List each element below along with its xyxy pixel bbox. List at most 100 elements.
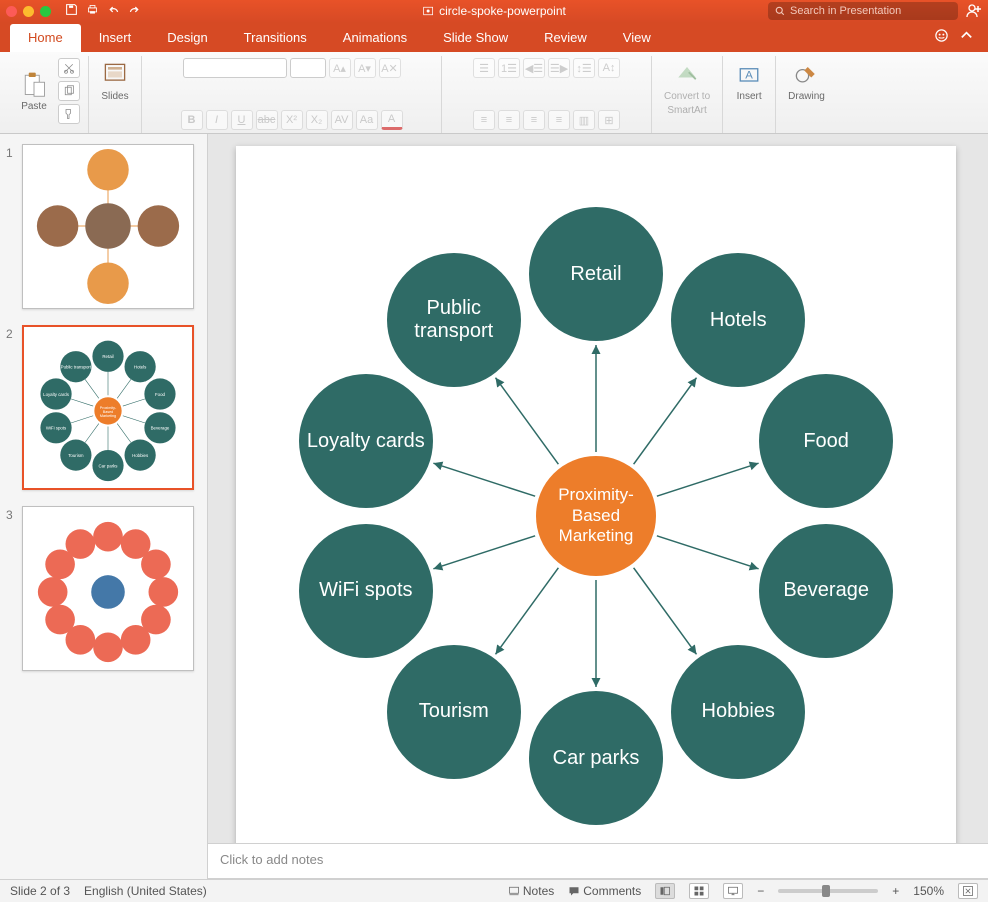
- tab-transitions[interactable]: Transitions: [226, 24, 325, 52]
- paste-button[interactable]: Paste: [16, 68, 52, 114]
- svg-text:Hotels: Hotels: [134, 365, 147, 370]
- align-left-button[interactable]: ≡: [473, 110, 495, 130]
- tab-design[interactable]: Design: [149, 24, 225, 52]
- redo-icon[interactable]: [128, 3, 141, 19]
- font-group: A▴ A▾ A✕ B I U abc X² X₂ AV Aa A: [142, 56, 442, 133]
- share-icon[interactable]: [966, 2, 982, 21]
- increase-indent-button[interactable]: ☰▶: [548, 58, 570, 78]
- drawing-button[interactable]: Drawing: [784, 58, 829, 104]
- diagram-spoke-1[interactable]: Hotels: [671, 253, 805, 387]
- collapse-ribbon-icon[interactable]: [959, 28, 974, 46]
- text-direction-button[interactable]: A↕: [598, 58, 620, 78]
- diagram-hub[interactable]: Proximity- Based Marketing: [536, 456, 656, 576]
- diagram-spoke-2[interactable]: Food: [759, 374, 893, 508]
- zoom-out-button[interactable]: −: [757, 884, 764, 898]
- svg-text:Tourism: Tourism: [68, 453, 84, 458]
- tab-slideshow[interactable]: Slide Show: [425, 24, 526, 52]
- paragraph-group: ☰ 1☰ ◀☰ ☰▶ ↕☰ A↕ ≡ ≡ ≡ ≡ ▥ ⊞: [442, 56, 652, 133]
- align-text-button[interactable]: ⊞: [598, 110, 620, 130]
- superscript-button[interactable]: X²: [281, 110, 303, 130]
- character-spacing-button[interactable]: AV: [331, 110, 353, 130]
- diagram-spoke-9[interactable]: Public transport: [387, 253, 521, 387]
- minimize-window-button[interactable]: [23, 6, 34, 17]
- convert-smartart-button[interactable]: Convert to SmartArt: [660, 58, 714, 118]
- svg-text:WiFi spots: WiFi spots: [46, 426, 67, 431]
- decrease-font-icon[interactable]: A▾: [354, 58, 376, 78]
- fit-to-window-button[interactable]: [958, 883, 978, 899]
- window-controls: [6, 6, 51, 17]
- line-spacing-button[interactable]: ↕☰: [573, 58, 595, 78]
- align-center-button[interactable]: ≡: [498, 110, 520, 130]
- close-window-button[interactable]: [6, 6, 17, 17]
- diagram-spoke-7[interactable]: WiFi spots: [299, 524, 433, 658]
- columns-button[interactable]: ▥: [573, 110, 595, 130]
- language-indicator[interactable]: English (United States): [84, 884, 207, 898]
- increase-font-icon[interactable]: A▴: [329, 58, 351, 78]
- zoom-slider[interactable]: [778, 889, 878, 893]
- feedback-icon[interactable]: [934, 28, 949, 46]
- slide-canvas-area[interactable]: Proximity- Based Marketing RetailHotelsF…: [208, 134, 988, 843]
- font-size-select[interactable]: [290, 58, 326, 78]
- cut-icon[interactable]: [58, 58, 80, 78]
- tab-review[interactable]: Review: [526, 24, 605, 52]
- bold-button[interactable]: B: [181, 110, 203, 130]
- normal-view-button[interactable]: [655, 883, 675, 899]
- bullets-button[interactable]: ☰: [473, 58, 495, 78]
- smartart-group: Convert to SmartArt: [652, 56, 723, 133]
- font-color-button[interactable]: A: [381, 110, 403, 130]
- search-input[interactable]: Search in Presentation: [768, 2, 958, 20]
- diagram-spoke-6[interactable]: Tourism: [387, 645, 521, 779]
- undo-icon[interactable]: [107, 3, 120, 19]
- underline-button[interactable]: U: [231, 110, 253, 130]
- slide-indicator: Slide 2 of 3: [10, 884, 70, 898]
- thumbnail-2[interactable]: 2 RetailHotelsFoodBeverageHobbiesCar par…: [6, 325, 197, 490]
- strike-button[interactable]: abc: [256, 110, 278, 130]
- thumbnail-3[interactable]: 3: [6, 506, 197, 671]
- clipboard-group: Paste: [8, 56, 89, 133]
- diagram-spoke-3[interactable]: Beverage: [759, 524, 893, 658]
- window-titlebar: circle-spoke-powerpoint Search in Presen…: [0, 0, 988, 22]
- decrease-indent-button[interactable]: ◀☰: [523, 58, 545, 78]
- tab-insert[interactable]: Insert: [81, 24, 150, 52]
- align-right-button[interactable]: ≡: [523, 110, 545, 130]
- maximize-window-button[interactable]: [40, 6, 51, 17]
- svg-text:Retail: Retail: [102, 354, 113, 359]
- thumbnail-1[interactable]: 1: [6, 144, 197, 309]
- comments-toggle[interactable]: Comments: [568, 884, 641, 898]
- document-title: circle-spoke-powerpoint: [422, 4, 566, 18]
- font-family-select[interactable]: [183, 58, 287, 78]
- diagram-spoke-0[interactable]: Retail: [529, 207, 663, 341]
- clear-format-icon[interactable]: A✕: [379, 58, 401, 78]
- tab-animations[interactable]: Animations: [325, 24, 425, 52]
- slide[interactable]: Proximity- Based Marketing RetailHotelsF…: [236, 146, 956, 843]
- insert-textbox-button[interactable]: A Insert: [731, 58, 767, 104]
- diagram-spoke-4[interactable]: Hobbies: [671, 645, 805, 779]
- justify-button[interactable]: ≡: [548, 110, 570, 130]
- change-case-button[interactable]: Aa: [356, 110, 378, 130]
- svg-text:Loyalty cards: Loyalty cards: [43, 392, 70, 397]
- format-painter-icon[interactable]: [58, 104, 80, 124]
- svg-text:Hobbies: Hobbies: [132, 453, 149, 458]
- sorter-view-button[interactable]: [689, 883, 709, 899]
- insert-group: A Insert: [723, 56, 776, 133]
- notes-pane[interactable]: Click to add notes: [208, 843, 988, 879]
- tab-view[interactable]: View: [605, 24, 669, 52]
- zoom-level[interactable]: 150%: [913, 884, 944, 898]
- svg-text:Food: Food: [155, 392, 166, 397]
- numbering-button[interactable]: 1☰: [498, 58, 520, 78]
- copy-icon[interactable]: [58, 81, 80, 101]
- subscript-button[interactable]: X₂: [306, 110, 328, 130]
- print-icon[interactable]: [86, 3, 99, 19]
- notes-toggle[interactable]: Notes: [508, 884, 554, 898]
- save-icon[interactable]: [65, 3, 78, 19]
- svg-text:Public transport: Public transport: [61, 365, 92, 370]
- tab-home[interactable]: Home: [10, 24, 81, 52]
- italic-button[interactable]: I: [206, 110, 228, 130]
- new-slide-button[interactable]: Slides: [97, 58, 133, 104]
- diagram-spoke-8[interactable]: Loyalty cards: [299, 374, 433, 508]
- diagram-spoke-5[interactable]: Car parks: [529, 691, 663, 825]
- slideshow-view-button[interactable]: [723, 883, 743, 899]
- zoom-in-button[interactable]: +: [892, 884, 899, 898]
- ribbon: Paste Slides A▴ A▾ A✕ B I U abc X²: [0, 52, 988, 134]
- svg-text:Beverage: Beverage: [151, 426, 170, 431]
